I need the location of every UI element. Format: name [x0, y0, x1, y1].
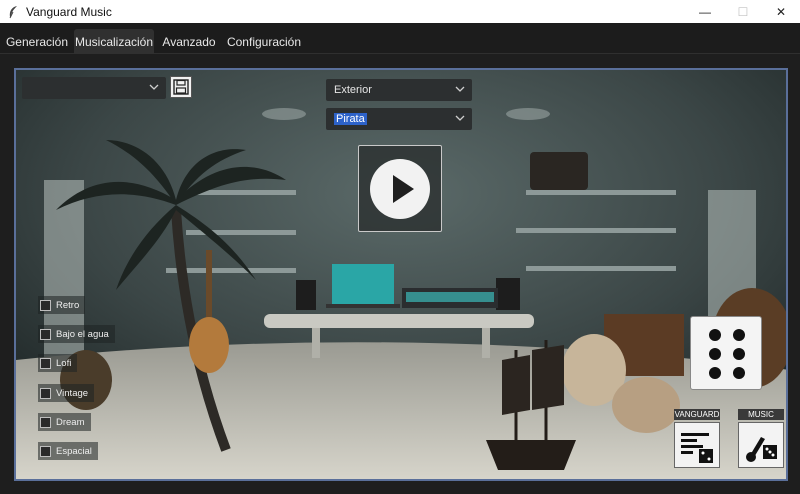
- dice-six-icon: [709, 329, 745, 379]
- effect-checkbox-lofi[interactable]: Lofi: [38, 354, 78, 372]
- floppy-disk-icon: [173, 79, 189, 95]
- play-button[interactable]: [358, 145, 442, 232]
- location-combo[interactable]: Exterior: [326, 79, 472, 101]
- play-icon: [370, 158, 430, 219]
- style-combo[interactable]: Pirata: [326, 108, 472, 130]
- effect-label: Lofi: [56, 357, 72, 369]
- chevron-down-icon: [455, 115, 465, 121]
- vanguard-label: VANGUARD: [674, 409, 720, 420]
- checkbox[interactable]: [40, 387, 51, 399]
- window-title: Vanguard Music: [26, 4, 112, 19]
- music-label: MUSIC: [738, 409, 784, 420]
- style-combo-value: Pirata: [334, 113, 367, 125]
- save-button[interactable]: [170, 76, 192, 98]
- studio-scene: Exterior Pirata Retro Bajo el agua Lofi …: [14, 68, 788, 481]
- tab-generacion[interactable]: Generación: [4, 29, 70, 54]
- title-bar: Vanguard Music — ☐ ✕: [0, 0, 800, 23]
- tab-musicalizacion[interactable]: Musicalización: [74, 29, 154, 54]
- preset-combo[interactable]: [22, 77, 166, 99]
- effect-label: Espacial: [56, 445, 92, 457]
- maximize-button[interactable]: ☐: [724, 0, 762, 23]
- vanguard-button[interactable]: [674, 422, 720, 468]
- chevron-down-icon: [455, 86, 465, 92]
- effect-label: Dream: [56, 416, 85, 428]
- vanguard-logo-icon: [681, 433, 713, 463]
- effect-checkbox-vintage[interactable]: Vintage: [38, 384, 95, 402]
- checkbox[interactable]: [40, 416, 51, 428]
- effect-label: Vintage: [56, 387, 89, 399]
- effect-label: Retro: [56, 299, 80, 311]
- minimize-button[interactable]: —: [686, 0, 724, 23]
- tab-avanzado[interactable]: Avanzado: [160, 29, 218, 54]
- close-button[interactable]: ✕: [762, 0, 800, 23]
- music-logo-icon: [746, 437, 777, 462]
- chevron-down-icon: [149, 84, 159, 90]
- random-dice-button[interactable]: [690, 316, 762, 390]
- checkbox[interactable]: [40, 357, 51, 369]
- tab-configuracion[interactable]: Configuración: [226, 29, 302, 54]
- studio-background-image: [16, 70, 786, 479]
- music-button[interactable]: [738, 422, 784, 468]
- tab-bar: Generación Musicalización Avanzado Confi…: [0, 23, 800, 54]
- checkbox[interactable]: [40, 299, 51, 311]
- effect-checkbox-dream[interactable]: Dream: [38, 413, 91, 431]
- effect-checkbox-espacial[interactable]: Espacial: [38, 442, 98, 460]
- effect-checkbox-bajo-el-agua[interactable]: Bajo el agua: [38, 325, 115, 343]
- location-combo-value: Exterior: [334, 84, 372, 96]
- effect-label: Bajo el agua: [56, 328, 109, 340]
- feather-icon: [5, 4, 21, 20]
- checkbox[interactable]: [40, 445, 51, 457]
- checkbox[interactable]: [40, 328, 51, 340]
- effect-checkbox-retro[interactable]: Retro: [38, 296, 86, 314]
